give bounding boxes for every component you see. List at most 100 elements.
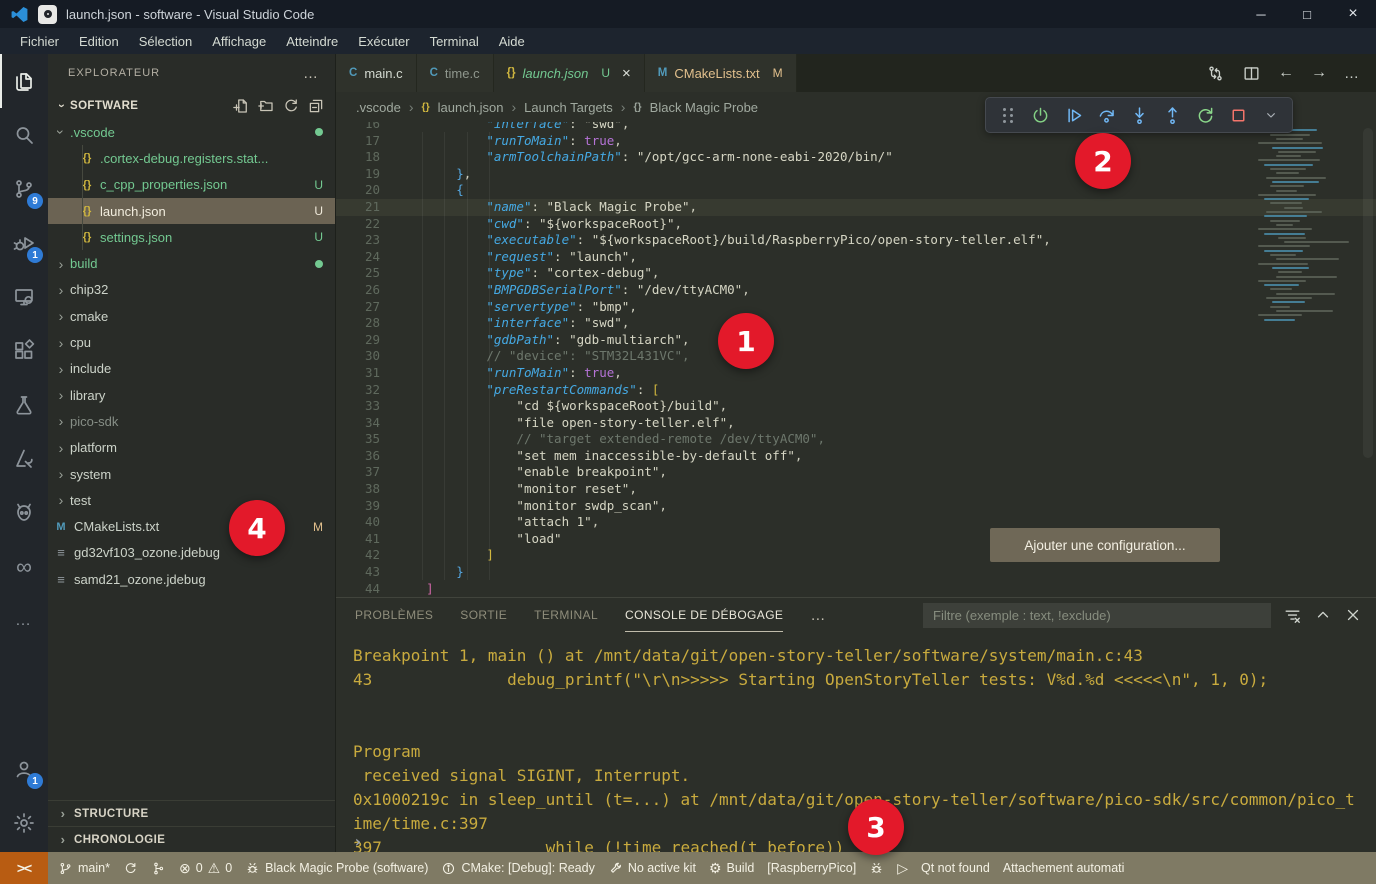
debug-step-out-button[interactable] — [1161, 103, 1183, 127]
status-remote[interactable]: >< — [0, 852, 48, 884]
line-number[interactable]: 41 — [336, 531, 396, 548]
status-build[interactable]: ⚙Build — [709, 861, 754, 875]
line-number[interactable]: 36 — [336, 448, 396, 465]
line-number[interactable]: 17 — [336, 133, 396, 150]
status-active-kit[interactable]: No active kit — [608, 861, 696, 876]
status-qt-status[interactable]: Qt not found — [921, 861, 990, 875]
sidebar-more-actions[interactable]: … — [303, 65, 319, 82]
tab-main-c[interactable]: Cmain.c — [336, 54, 417, 92]
status-branch[interactable]: main* — [58, 861, 110, 876]
activity-extensions[interactable] — [0, 324, 48, 378]
code-line-21[interactable]: 21 "name": "Black Magic Probe", — [336, 199, 1376, 216]
code-line-18[interactable]: 18 "armToolchainPath": "/opt/gcc-arm-non… — [336, 149, 1376, 166]
line-number[interactable]: 26 — [336, 282, 396, 299]
line-number[interactable]: 21 — [336, 199, 396, 216]
tree-item-c-cpp-properties-json[interactable]: {}c_cpp_properties.jsonU — [48, 172, 335, 198]
close-tab-icon[interactable]: × — [622, 65, 631, 82]
activity-source-control[interactable]: 9 — [0, 162, 48, 216]
code-line-17[interactable]: 17 "runToMain": true, — [336, 133, 1376, 150]
menu-fichier[interactable]: Fichier — [10, 31, 69, 52]
minimap[interactable] — [1258, 125, 1354, 345]
status-debug-target[interactable]: Black Magic Probe (software) — [245, 861, 428, 876]
clear-filter-icon[interactable] — [1283, 606, 1302, 625]
code-line-30[interactable]: 30 // "device": "STM32L431VC", — [336, 348, 1376, 365]
code-line-27[interactable]: 27 "servertype": "bmp", — [336, 299, 1376, 316]
line-number[interactable]: 22 — [336, 216, 396, 233]
line-number[interactable]: 38 — [336, 481, 396, 498]
breadcrumb-item[interactable]: .vscode — [356, 100, 401, 115]
code-line-19[interactable]: 19 }, — [336, 166, 1376, 183]
code-line-22[interactable]: 22 "cwd": "${workspaceRoot}", — [336, 216, 1376, 233]
split-editor-icon[interactable] — [1242, 64, 1261, 83]
panel-tab-console-de-d-bogage[interactable]: CONSOLE DE DÉBOGAGE — [625, 598, 783, 632]
panel-tab-probl-mes[interactable]: PROBLÈMES — [355, 598, 433, 632]
code-line-41[interactable]: 41 "load" — [336, 531, 1376, 548]
tree-item-test[interactable]: ›test — [48, 487, 335, 513]
line-number[interactable]: 33 — [336, 398, 396, 415]
code-line-26[interactable]: 26 "BMPGDBSerialPort": "/dev/ttyACM0", — [336, 282, 1376, 299]
tab-cmakelists-txt[interactable]: MCMakeLists.txtM — [645, 54, 797, 92]
tree-item-samd21-ozone-jdebug[interactable]: ≡samd21_ozone.jdebug — [48, 566, 335, 592]
line-number[interactable]: 31 — [336, 365, 396, 382]
line-number[interactable]: 37 — [336, 464, 396, 481]
debug-restart-button[interactable] — [1194, 103, 1216, 127]
navigate-forward-icon[interactable]: → — [1311, 64, 1327, 82]
collapse-folders-icon[interactable] — [307, 97, 325, 115]
status-sync[interactable] — [123, 861, 138, 876]
code-line-42[interactable]: 42 ] — [336, 547, 1376, 564]
tree-item-gd32vf103-ozone-jdebug[interactable]: ≡gd32vf103_ozone.jdebug — [48, 540, 335, 566]
line-number[interactable]: 32 — [336, 382, 396, 399]
line-number[interactable]: 29 — [336, 332, 396, 349]
panel-tab-terminal[interactable]: TERMINAL — [534, 598, 598, 632]
section-structure[interactable]: ›STRUCTURE — [48, 800, 335, 826]
line-number[interactable]: 40 — [336, 514, 396, 531]
code-line-39[interactable]: 39 "monitor swdp_scan", — [336, 498, 1376, 515]
code-line-34[interactable]: 34 "file open-story-teller.elf", — [336, 415, 1376, 432]
close-panel-icon[interactable] — [1344, 606, 1362, 624]
activity-explorer[interactable] — [0, 54, 48, 108]
tree-item-launch-json[interactable]: {}launch.jsonU — [48, 198, 335, 224]
activity-run-debug[interactable]: 1 — [0, 216, 48, 270]
menu-exécuter[interactable]: Exécuter — [348, 31, 419, 52]
debug-step-over-button[interactable] — [1095, 103, 1117, 127]
editor-more-actions-icon[interactable]: … — [1344, 65, 1360, 82]
maximize-panel-icon[interactable] — [1314, 606, 1332, 624]
tab-launch-json[interactable]: {}launch.jsonU× — [494, 54, 645, 92]
breadcrumb-item[interactable]: launch.json — [438, 100, 504, 115]
line-number[interactable]: 23 — [336, 232, 396, 249]
line-number[interactable]: 25 — [336, 265, 396, 282]
tree-item-cmakelists-txt[interactable]: MCMakeLists.txtM — [48, 513, 335, 539]
line-number[interactable]: 35 — [336, 431, 396, 448]
activity-testing[interactable] — [0, 378, 48, 432]
debug-stop-button[interactable] — [1227, 103, 1249, 127]
code-line-36[interactable]: 36 "set mem inaccessible-by-default off"… — [336, 448, 1376, 465]
tree-item-cpu[interactable]: ›cpu — [48, 329, 335, 355]
menu-edition[interactable]: Edition — [69, 31, 129, 52]
line-number[interactable]: 19 — [336, 166, 396, 183]
debug-more-button[interactable] — [1260, 103, 1282, 127]
activity-platformio[interactable] — [0, 486, 48, 540]
tree-item-build[interactable]: ›build — [48, 250, 335, 276]
panel-tab-sortie[interactable]: SORTIE — [460, 598, 507, 632]
tree-item-pico-sdk[interactable]: ›pico-sdk — [48, 408, 335, 434]
status-auto-attach[interactable]: Attachement automati — [1003, 861, 1125, 875]
code-line-35[interactable]: 35 // "target extended-remote /dev/ttyAC… — [336, 431, 1376, 448]
new-folder-icon[interactable] — [257, 97, 275, 115]
activity-more[interactable]: … — [0, 594, 48, 648]
code-line-37[interactable]: 37 "enable breakpoint", — [336, 464, 1376, 481]
tree-item-library[interactable]: ›library — [48, 382, 335, 408]
status-problems[interactable]: ⊗0⚠0 — [179, 861, 232, 875]
activity-remote-explorer[interactable] — [0, 270, 48, 324]
activity-settings[interactable] — [0, 796, 48, 850]
activity-cmake[interactable] — [0, 432, 48, 486]
line-number[interactable]: 27 — [336, 299, 396, 316]
tree-item--cortex-debug-registers-stat-[interactable]: {}.cortex-debug.registers.stat... — [48, 145, 335, 171]
line-number[interactable]: 39 — [336, 498, 396, 515]
status-cmake-status[interactable]: CMake: [Debug]: Ready — [441, 861, 594, 876]
menu-atteindre[interactable]: Atteindre — [276, 31, 348, 52]
line-number[interactable]: 24 — [336, 249, 396, 266]
line-number[interactable]: 44 — [336, 581, 396, 597]
activity-visual-studio[interactable]: ∞ — [0, 540, 48, 594]
menu-aide[interactable]: Aide — [489, 31, 535, 52]
status-debug[interactable] — [869, 861, 884, 876]
